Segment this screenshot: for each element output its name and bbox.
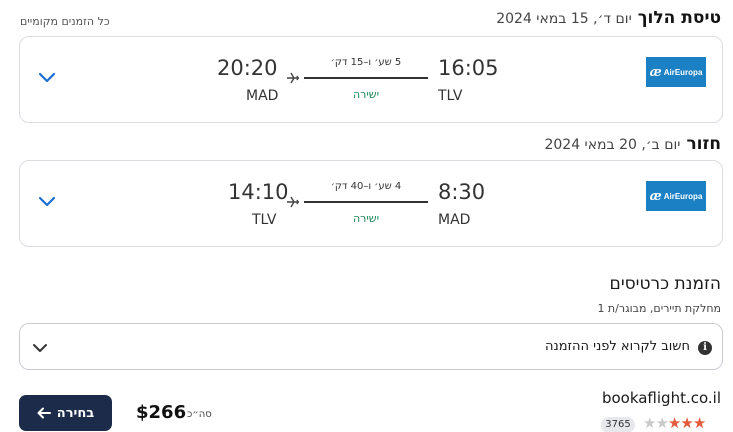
route-line (304, 77, 428, 79)
inbound-date: יום ב׳, 20 במאי 2024 (544, 137, 681, 153)
depart-code: TLV (438, 88, 463, 104)
plane-icon (287, 72, 299, 84)
arrive-code: TLV (252, 212, 277, 228)
chevron-down-icon[interactable] (38, 194, 56, 208)
outbound-date: יום ד׳, 15 במאי 2024 (496, 11, 632, 27)
booking-notice-dropdown[interactable]: i חשוב לקרוא לפני ההזמנה (19, 323, 723, 370)
flight-duration: 5 שע׳ ו–15 דק׳ (330, 57, 402, 68)
stops-label: ישירה (352, 212, 380, 225)
booking-subtitle: מחלקת תיירים, מבוגר/ת 1 (597, 302, 721, 315)
info-icon: i (698, 341, 712, 355)
total-label: סה״כ (187, 409, 212, 420)
star-icon: ★ (655, 414, 668, 432)
stops-label: ישירה (352, 88, 380, 101)
star-icon: ★ (680, 414, 693, 432)
airline-logo: æ AirEuropa (646, 57, 706, 87)
inbound-header: חזור יום ב׳, 20 במאי 2024 (544, 134, 721, 154)
depart-time: 8:30 (438, 180, 486, 204)
outbound-header: טיסת הלוך יום ד׳, 15 במאי 2024 (496, 8, 721, 28)
select-button-label: בחירה (56, 405, 95, 421)
rating-stars: ★★★★★ (643, 414, 706, 432)
airline-logo: æ AirEuropa (646, 181, 706, 211)
chevron-down-icon[interactable] (32, 342, 48, 354)
route-line (304, 201, 428, 203)
local-times-note: כל הזמנים מקומיים (20, 15, 110, 28)
airline-name: AirEuropa (663, 191, 703, 201)
depart-code: MAD (438, 212, 471, 228)
select-button[interactable]: בחירה (19, 395, 112, 431)
arrive-time: 20:20 (217, 56, 278, 80)
chevron-down-icon[interactable] (38, 70, 56, 84)
depart-time: 16:05 (438, 56, 499, 80)
flight-duration: 4 שע׳ ו–40 דק׳ (330, 181, 402, 192)
star-icon: ★ (692, 414, 706, 432)
inbound-flight-card[interactable]: 14:10 TLV 4 שע׳ ו–40 דק׳ ישירה 8:30 MAD … (19, 160, 723, 247)
arrive-time: 14:10 (228, 180, 289, 204)
booking-notice-label: חשוב לקרוא לפני ההזמנה (545, 339, 690, 354)
booking-title: הזמנת כרטיסים (609, 274, 721, 294)
outbound-flight-card[interactable]: 20:20 MAD 5 שע׳ ו–15 דק׳ ישירה 16:05 TLV… (19, 36, 723, 123)
arrive-code: MAD (246, 88, 279, 104)
vendor-name[interactable]: bookaflight.co.il (602, 389, 721, 407)
review-count-badge: 3765 (601, 417, 635, 432)
outbound-title: טיסת הלוך (637, 8, 721, 28)
star-icon: ★ (667, 414, 681, 432)
total-price: $266 (136, 402, 187, 423)
airline-name: AirEuropa (663, 67, 703, 77)
airline-logo-mark: æ (649, 64, 662, 80)
plane-icon (287, 196, 299, 208)
arrow-left-icon (37, 407, 51, 419)
star-icon: ★ (643, 414, 656, 432)
inbound-title: חזור (686, 134, 721, 154)
airline-logo-mark: æ (649, 188, 662, 204)
